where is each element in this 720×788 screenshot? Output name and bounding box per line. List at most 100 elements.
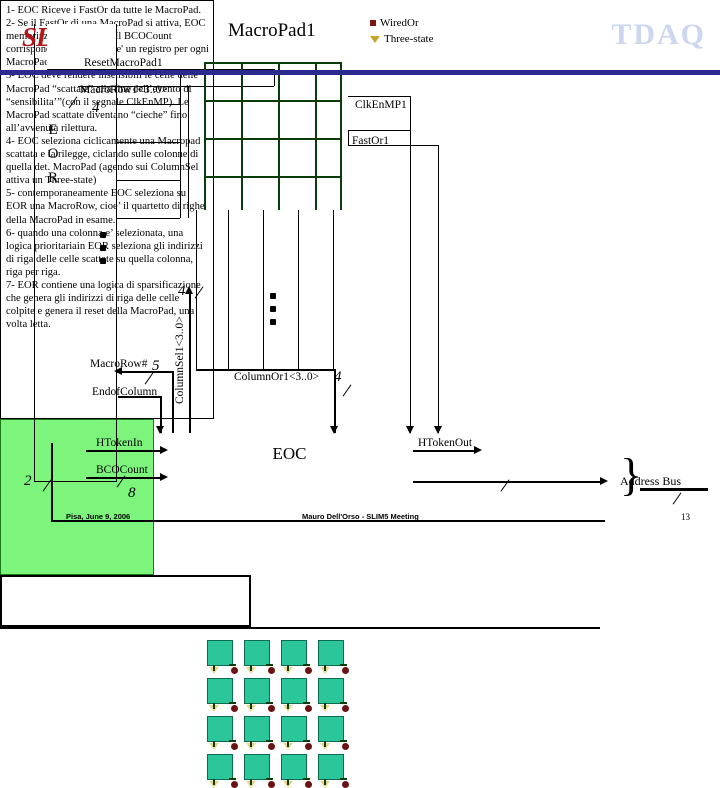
wired-or-icon — [305, 705, 312, 712]
wired-or-icon — [231, 705, 238, 712]
wired-or-icon — [231, 781, 238, 788]
eor-row-bus — [180, 70, 181, 218]
endofcolumn-arrow — [156, 426, 164, 434]
macropad-wire — [241, 62, 243, 210]
ellipsis-dot — [270, 306, 276, 312]
column-bus — [228, 210, 229, 370]
footer-divider — [0, 627, 600, 629]
blue-divider-bar — [0, 70, 720, 75]
macropad-cell — [281, 754, 307, 780]
eor-letter: E — [48, 122, 58, 138]
label-htoken-in: HTokenIn — [96, 437, 143, 449]
htokenin-arrow — [160, 446, 168, 454]
macropad-cell — [207, 754, 233, 780]
label-fast-or1: FastOr1 — [352, 135, 390, 147]
htokenin-line — [86, 450, 164, 452]
note-line: 5- contemporaneamente EOC seleziona su E… — [6, 188, 205, 226]
macropad-wire — [213, 665, 215, 671]
label-column-sel1: ColumnSel1<3..0> — [174, 316, 186, 404]
footer-left: Pisa, June 9, 2006 — [66, 512, 131, 521]
note-line: 1- EOC Riceve i FastOr da tutte le Macro… — [6, 5, 202, 16]
macropad-wire — [229, 740, 236, 742]
wired-or-icon — [231, 743, 238, 750]
legend-item-wiredor: WiredOr — [370, 15, 433, 31]
label-clk-en-mp1: ClkEnMP1 — [355, 99, 407, 111]
wired-or-icon — [342, 667, 349, 674]
macropad-cell — [244, 678, 270, 704]
macropad-wire — [324, 741, 326, 747]
macropad-cell — [207, 678, 233, 704]
eor-letter: R — [47, 170, 58, 186]
address-arrow — [600, 477, 608, 485]
wired-or-icon — [305, 743, 312, 750]
tdaq-watermark: TDAQ — [611, 18, 706, 51]
macropad-cell — [318, 678, 344, 704]
ellipsis-dot — [270, 319, 276, 325]
column-bus — [298, 210, 299, 370]
htokenout-line — [413, 450, 477, 452]
columnor1-width: 4 — [334, 369, 342, 385]
note-line: 3- EOC deve rendere insensibili le celle… — [6, 70, 199, 134]
eor-row-feed — [116, 218, 180, 219]
macropad-wire — [213, 741, 215, 747]
fastor1-line — [348, 130, 349, 145]
macropad-cell — [207, 640, 233, 666]
macropad-wire — [340, 778, 347, 780]
label-macrorow1: MacroRow1<3..0> — [80, 84, 168, 96]
columnsel1-arrow-up — [185, 286, 193, 294]
legend-item-threestate: Three-state — [370, 31, 433, 47]
ellipsis-dot — [100, 258, 106, 264]
bcocount-arrow — [160, 473, 168, 481]
clkenmp1-down — [410, 142, 411, 433]
eor-letter: O — [47, 146, 59, 162]
macropad-wire — [250, 779, 252, 785]
ellipsis-dot — [100, 245, 106, 251]
fastor1-line — [348, 130, 410, 131]
macropad-wire — [315, 62, 317, 210]
macropad-wire — [340, 740, 347, 742]
wired-or-icon — [268, 705, 275, 712]
wired-or-icon — [305, 781, 312, 788]
macropad-wire — [324, 779, 326, 785]
eoc-title: EOC — [272, 444, 307, 463]
eor-bottom-edge — [34, 481, 116, 482]
macropad-cell — [244, 640, 270, 666]
column-bus — [333, 210, 334, 370]
page-number: 13 — [681, 512, 690, 522]
macropad-cell — [244, 716, 270, 742]
macropad-wire — [250, 665, 252, 671]
bcocount-width: 8 — [128, 485, 136, 501]
fastor1-down — [438, 145, 439, 433]
macropad-wire — [266, 778, 273, 780]
column-bus — [263, 210, 264, 370]
label-macrorow-hash: MacroRow# — [90, 358, 148, 370]
macropad-wire — [229, 702, 236, 704]
macropad-wire — [213, 779, 215, 785]
fastor1-arrow — [434, 426, 442, 434]
bcocount-line — [86, 477, 164, 479]
macropad-wire — [324, 703, 326, 709]
macropad-wire — [213, 703, 215, 709]
macropad-wire — [287, 741, 289, 747]
macropad-wire — [303, 664, 310, 666]
ellipsis-dot — [100, 232, 106, 238]
macropad-title: MacroPad1 — [228, 20, 316, 41]
macropad-wire — [287, 703, 289, 709]
footer-right: Mauro Dell'Orso - SLIM5 Meeting — [302, 512, 419, 521]
macropad-wire — [204, 176, 342, 178]
macropad-wire — [204, 138, 342, 140]
macropad-wire — [266, 702, 273, 704]
clkenmp1-line — [410, 96, 411, 142]
bus-slash — [672, 492, 682, 505]
macropad-wire — [250, 703, 252, 709]
columnsel1-width: 4 — [178, 283, 186, 299]
wired-or-icon — [231, 667, 238, 674]
label-end-of-column: EndofColumn — [92, 386, 158, 398]
wired-or-icon — [268, 667, 275, 674]
macropad-wire — [303, 740, 310, 742]
eor-left-edge — [34, 24, 35, 482]
eor-left-width: 2 — [24, 473, 32, 489]
macropad-wire — [340, 664, 347, 666]
macropad-wire — [324, 665, 326, 671]
macropad-wire — [229, 664, 236, 666]
